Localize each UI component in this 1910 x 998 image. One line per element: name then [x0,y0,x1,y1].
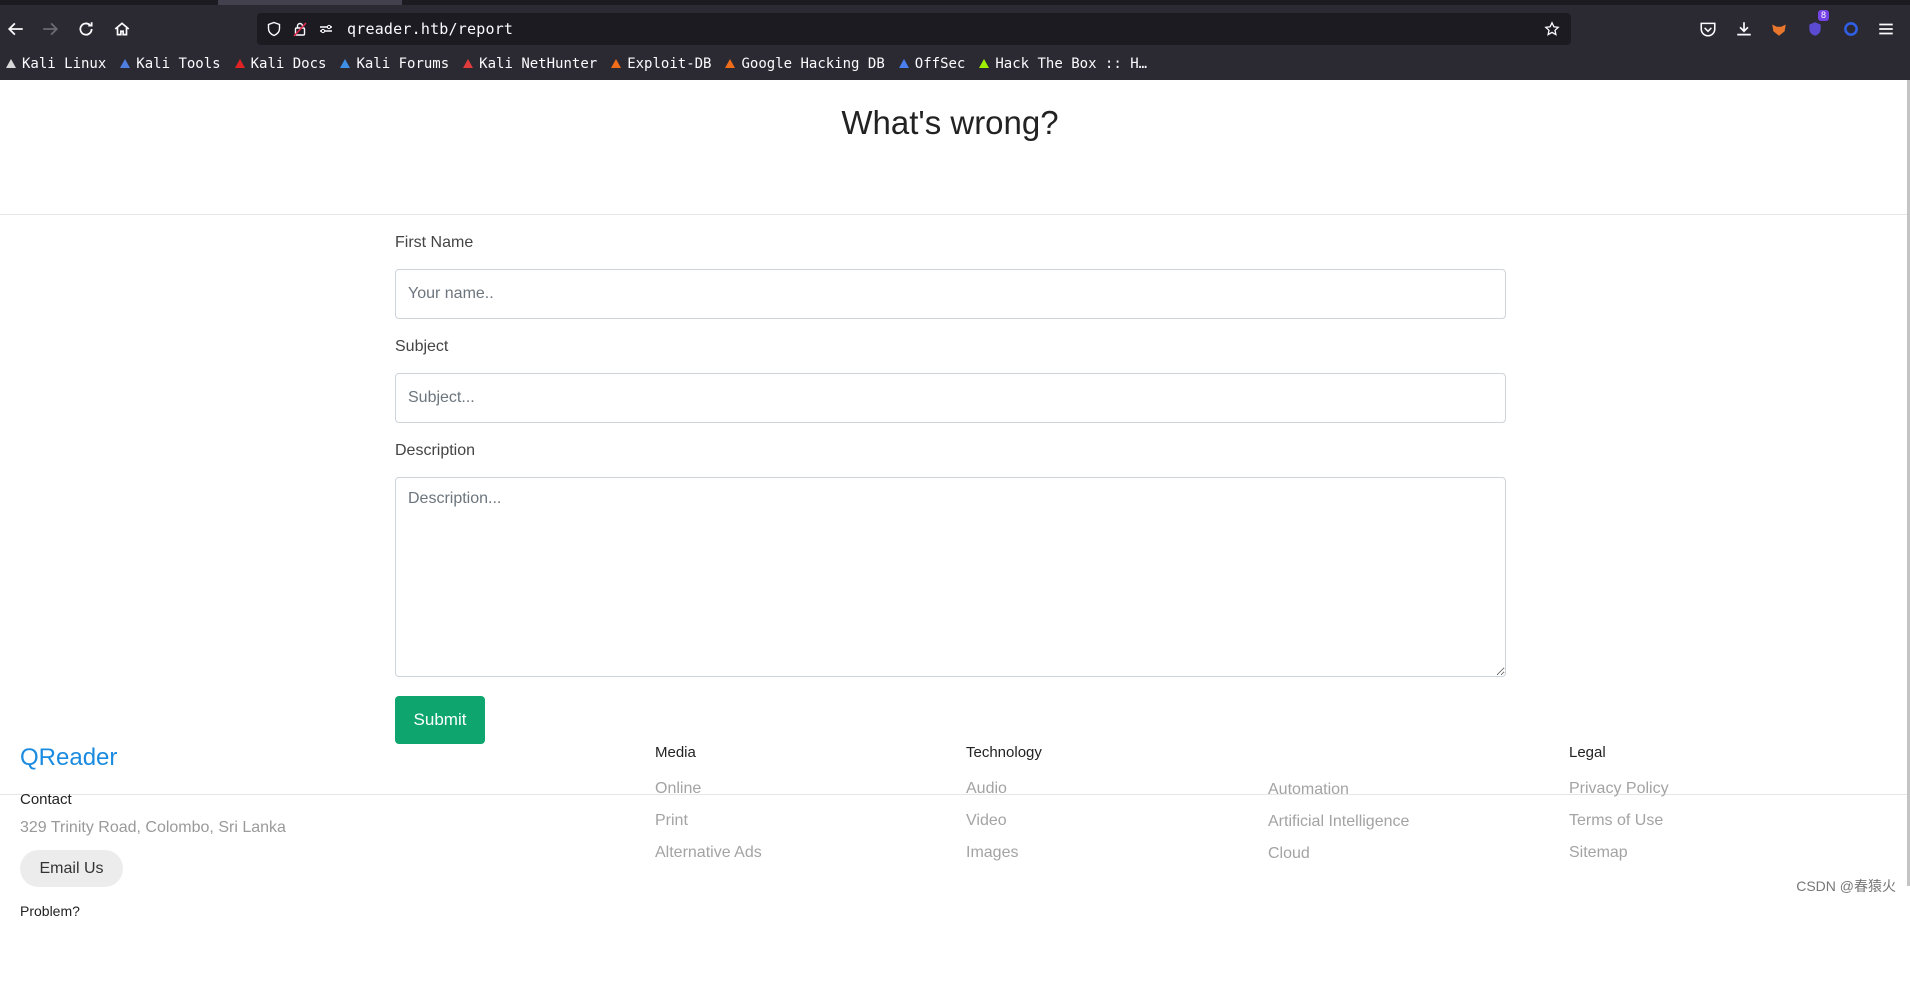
watermark: CSDN @春猿火 [1796,878,1896,894]
ghdb-icon [723,57,737,71]
divider [0,214,1910,215]
footer-link[interactable]: Sitemap [1569,843,1669,862]
pocket-button[interactable] [1692,13,1724,45]
bookmark-item[interactable]: Kali NetHunter [461,56,597,72]
contact-address: 329 Trinity Road, Colombo, Sri Lanka [20,819,286,836]
description-label: Description [395,442,476,459]
permissions-icon[interactable] [317,20,335,38]
kali-forums-icon [338,57,352,71]
bookmark-label: Kali Forums [356,56,450,72]
submit-button[interactable]: Submit [395,696,485,744]
bookmark-item[interactable]: Exploit-DB [609,56,711,72]
bookmark-label: Google Hacking DB [741,56,885,72]
active-tab[interactable] [218,0,402,5]
shield-icon[interactable] [265,20,283,38]
footer-link[interactable]: Cloud [1268,844,1409,863]
shield-extension-icon [1809,22,1821,36]
url-text[interactable]: qreader.htb/report [347,20,513,38]
arrow-right-icon [43,22,59,36]
bookmark-item[interactable]: Kali Docs [233,56,327,72]
footer-link[interactable]: Alternative Ads [655,843,762,862]
footer-column-technology-more: Automation Artificial Intelligence Cloud [1268,744,1409,876]
footer-column-heading: Technology [966,744,1042,761]
bookmark-label: Kali Tools [136,56,221,72]
bookmark-label: Kali Linux [22,56,107,72]
reload-icon [79,22,93,36]
footer-column-heading: Legal [1569,744,1606,761]
bookmark-item[interactable]: Hack The Box :: H… [977,56,1147,72]
kali-dragon-icon [4,57,18,71]
footer-column-technology: Technology Audio Video Images [966,744,1042,875]
footer-brand[interactable]: QReader [20,744,117,772]
offsec-icon [897,57,911,71]
forward-button[interactable] [34,13,66,45]
footer-column-media: Media Online Print Alternative Ads [655,744,762,875]
subject-label: Subject [395,338,449,355]
gear-extension-icon [1844,22,1858,36]
browser-chrome: qreader.htb/report 8 Kali Linux Kali Tool… [0,0,1910,80]
url-bar[interactable]: qreader.htb/report [257,13,1571,45]
arrow-left-icon [7,22,23,36]
download-icon [1737,22,1751,36]
bookmark-label: Kali NetHunter [479,56,598,72]
pocket-icon [1700,22,1716,37]
subject-input[interactable] [395,373,1506,423]
back-button[interactable] [0,13,32,45]
footer-link[interactable]: Online [655,779,762,798]
bookmarks-toolbar: Kali Linux Kali Tools Kali Docs Kali Forums… [0,52,1910,76]
exploit-db-icon [609,57,623,71]
footer-link[interactable]: Privacy Policy [1569,779,1669,798]
bookmark-label: OffSec [914,56,966,72]
problem-heading: Problem? [20,903,80,919]
footer-link[interactable]: Video [966,811,1042,830]
reload-button[interactable] [70,13,102,45]
footer-column-legal: Legal Privacy Policy Terms of Use Sitema… [1569,744,1669,875]
kali-tools-icon [118,57,132,71]
contact-heading: Contact [20,791,72,808]
footer-link[interactable]: Print [655,811,762,830]
email-us-button[interactable]: Email Us [20,850,123,887]
menu-button[interactable] [1870,13,1902,45]
hamburger-icon [1879,23,1893,35]
foxyproxy-button[interactable] [1763,13,1795,45]
bookmark-star-icon[interactable] [1543,20,1561,38]
home-icon [114,22,130,36]
first-name-input[interactable] [395,269,1506,319]
tab-strip [0,0,1910,5]
insecure-lock-icon[interactable] [291,20,309,38]
extension-badge: 8 [1817,10,1829,21]
footer-link[interactable]: Terms of Use [1569,811,1669,830]
navigation-toolbar: qreader.htb/report 8 [0,10,1910,45]
footer-column-heading: Media [655,744,696,761]
footer-link[interactable]: Images [966,843,1042,862]
bookmark-item[interactable]: OffSec [897,56,966,72]
bookmark-label: Hack The Box :: H… [995,56,1148,72]
wappalyzer-button[interactable] [1835,13,1867,45]
bookmark-label: Kali Docs [250,56,327,72]
kali-docs-icon [233,57,247,71]
fox-icon [1772,24,1786,36]
first-name-label: First Name [395,234,474,251]
bookmark-item[interactable]: Kali Tools [118,56,221,72]
bookmark-item[interactable]: Kali Linux [4,56,106,72]
htb-cube-icon [977,57,991,71]
footer-link[interactable]: Artificial Intelligence [1268,812,1409,831]
bookmark-item[interactable]: Google Hacking DB [723,56,885,72]
footer-column-heading [1268,744,1409,762]
home-button[interactable] [106,13,138,45]
downloads-button[interactable] [1728,13,1760,45]
nethunter-icon [461,57,475,71]
extension-button[interactable]: 8 [1799,10,1831,45]
footer-link[interactable]: Automation [1268,780,1409,799]
description-textarea[interactable] [395,477,1506,677]
footer-link[interactable]: Audio [966,779,1042,798]
page-title: What's wrong? [841,104,1059,141]
bookmark-item[interactable]: Kali Forums [338,56,449,72]
bookmark-label: Exploit-DB [627,56,712,72]
